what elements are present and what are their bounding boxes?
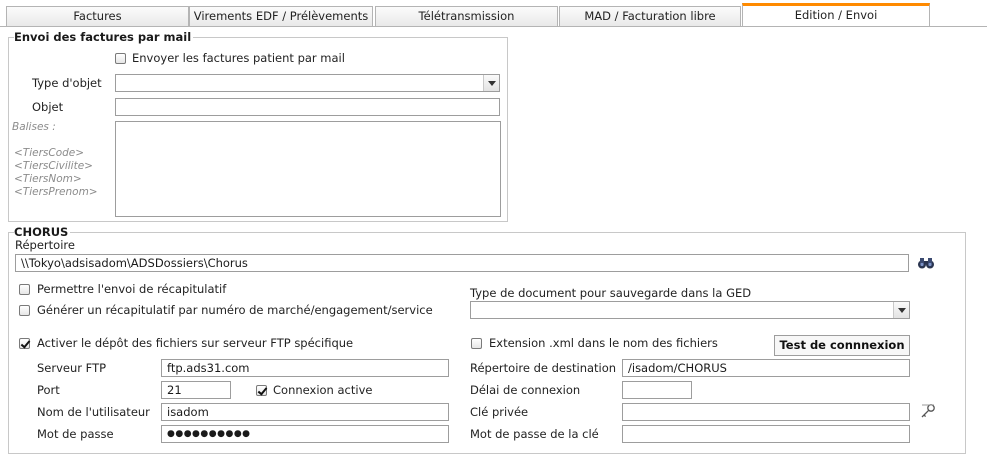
send-invoices-mail-label: Envoyer les factures patient par mail [132, 51, 345, 65]
mail-settings-title: Envoi des factures par mail [14, 30, 194, 44]
tags-label: Balises : [12, 121, 56, 133]
tab-teletransmission[interactable]: Télétransmission [375, 6, 558, 26]
key-icon[interactable] [920, 403, 936, 419]
test-connection-button[interactable]: Test de connnexion [774, 335, 910, 356]
dest-dir-input[interactable]: /isadom/CHORUS [622, 359, 910, 377]
tag-tiers-nom: <TiersNom> [14, 173, 82, 185]
object-input[interactable] [115, 98, 500, 116]
allow-summary-label: Permettre l'envoi de récapitulatif [37, 282, 227, 296]
tab-virements-edf-prelevements[interactable]: Virements EDF / Prélèvements [189, 6, 373, 26]
ftp-enable-checkbox[interactable] [19, 338, 30, 349]
mail-body-textarea[interactable] [115, 121, 501, 217]
allow-summary-checkbox[interactable] [19, 284, 30, 295]
port-input[interactable]: 21 [161, 381, 231, 399]
generate-summary-checkbox[interactable] [19, 305, 30, 316]
active-connection-checkbox[interactable] [256, 385, 267, 396]
object-type-select[interactable] [115, 74, 500, 92]
active-connection-label: Connexion active [273, 383, 373, 397]
private-key-input[interactable] [622, 403, 910, 421]
key-password-label: Mot de passe de la clé [470, 427, 599, 441]
tab-edition-envoi[interactable]: Edition / Envoi [742, 3, 930, 27]
object-type-label: Type d'objet [32, 76, 102, 90]
timeout-input[interactable] [622, 381, 692, 399]
tab-mad-facturation-libre[interactable]: MAD / Facturation libre [559, 6, 741, 26]
doc-type-select[interactable] [470, 301, 910, 319]
ftp-enable-label: Activer le dépôt des fichiers sur serveu… [37, 336, 354, 350]
private-key-label: Clé privée [470, 405, 529, 419]
password-input[interactable]: ●●●●●●●●●● [161, 425, 449, 443]
key-password-input[interactable] [622, 425, 910, 443]
directory-label: Répertoire [15, 238, 75, 252]
password-label: Mot de passe [37, 427, 114, 441]
ftp-server-label: Serveur FTP [37, 361, 107, 375]
directory-input[interactable]: \\Tokyo\adsisadom\ADSDossiers\Chorus [15, 254, 909, 272]
doc-type-label: Type de document pour sauvegarde dans la… [470, 286, 752, 300]
tag-tiers-prenom: <TiersPrenom> [14, 186, 98, 198]
tag-tiers-code: <TiersCode> [14, 147, 85, 159]
dest-dir-label: Répertoire de destination [470, 361, 617, 375]
timeout-label: Délai de connexion [470, 383, 581, 397]
object-label: Objet [32, 100, 64, 114]
tab-bar-divider [0, 26, 987, 27]
ftp-server-input[interactable]: ftp.ads31.com [161, 359, 449, 377]
generate-summary-label: Générer un récapitulatif par numéro de m… [37, 303, 433, 317]
port-label: Port [37, 383, 60, 397]
tab-bar: Factures Virements EDF / Prélèvements Té… [0, 0, 987, 27]
send-invoices-mail-checkbox[interactable] [115, 53, 126, 64]
dropdown-arrow-icon[interactable] [893, 302, 909, 318]
binoculars-icon[interactable] [917, 256, 935, 270]
dropdown-arrow-icon[interactable] [483, 75, 499, 91]
username-label: Nom de l'utilisateur [37, 405, 150, 419]
username-input[interactable]: isadom [161, 403, 449, 421]
tab-factures[interactable]: Factures [6, 6, 189, 26]
tag-tiers-civilite: <TiersCivilite> [14, 160, 93, 172]
chorus-title: CHORUS [14, 225, 71, 239]
xml-extension-checkbox[interactable] [471, 338, 482, 349]
xml-extension-label: Extension .xml dans le nom des fichiers [489, 336, 718, 350]
